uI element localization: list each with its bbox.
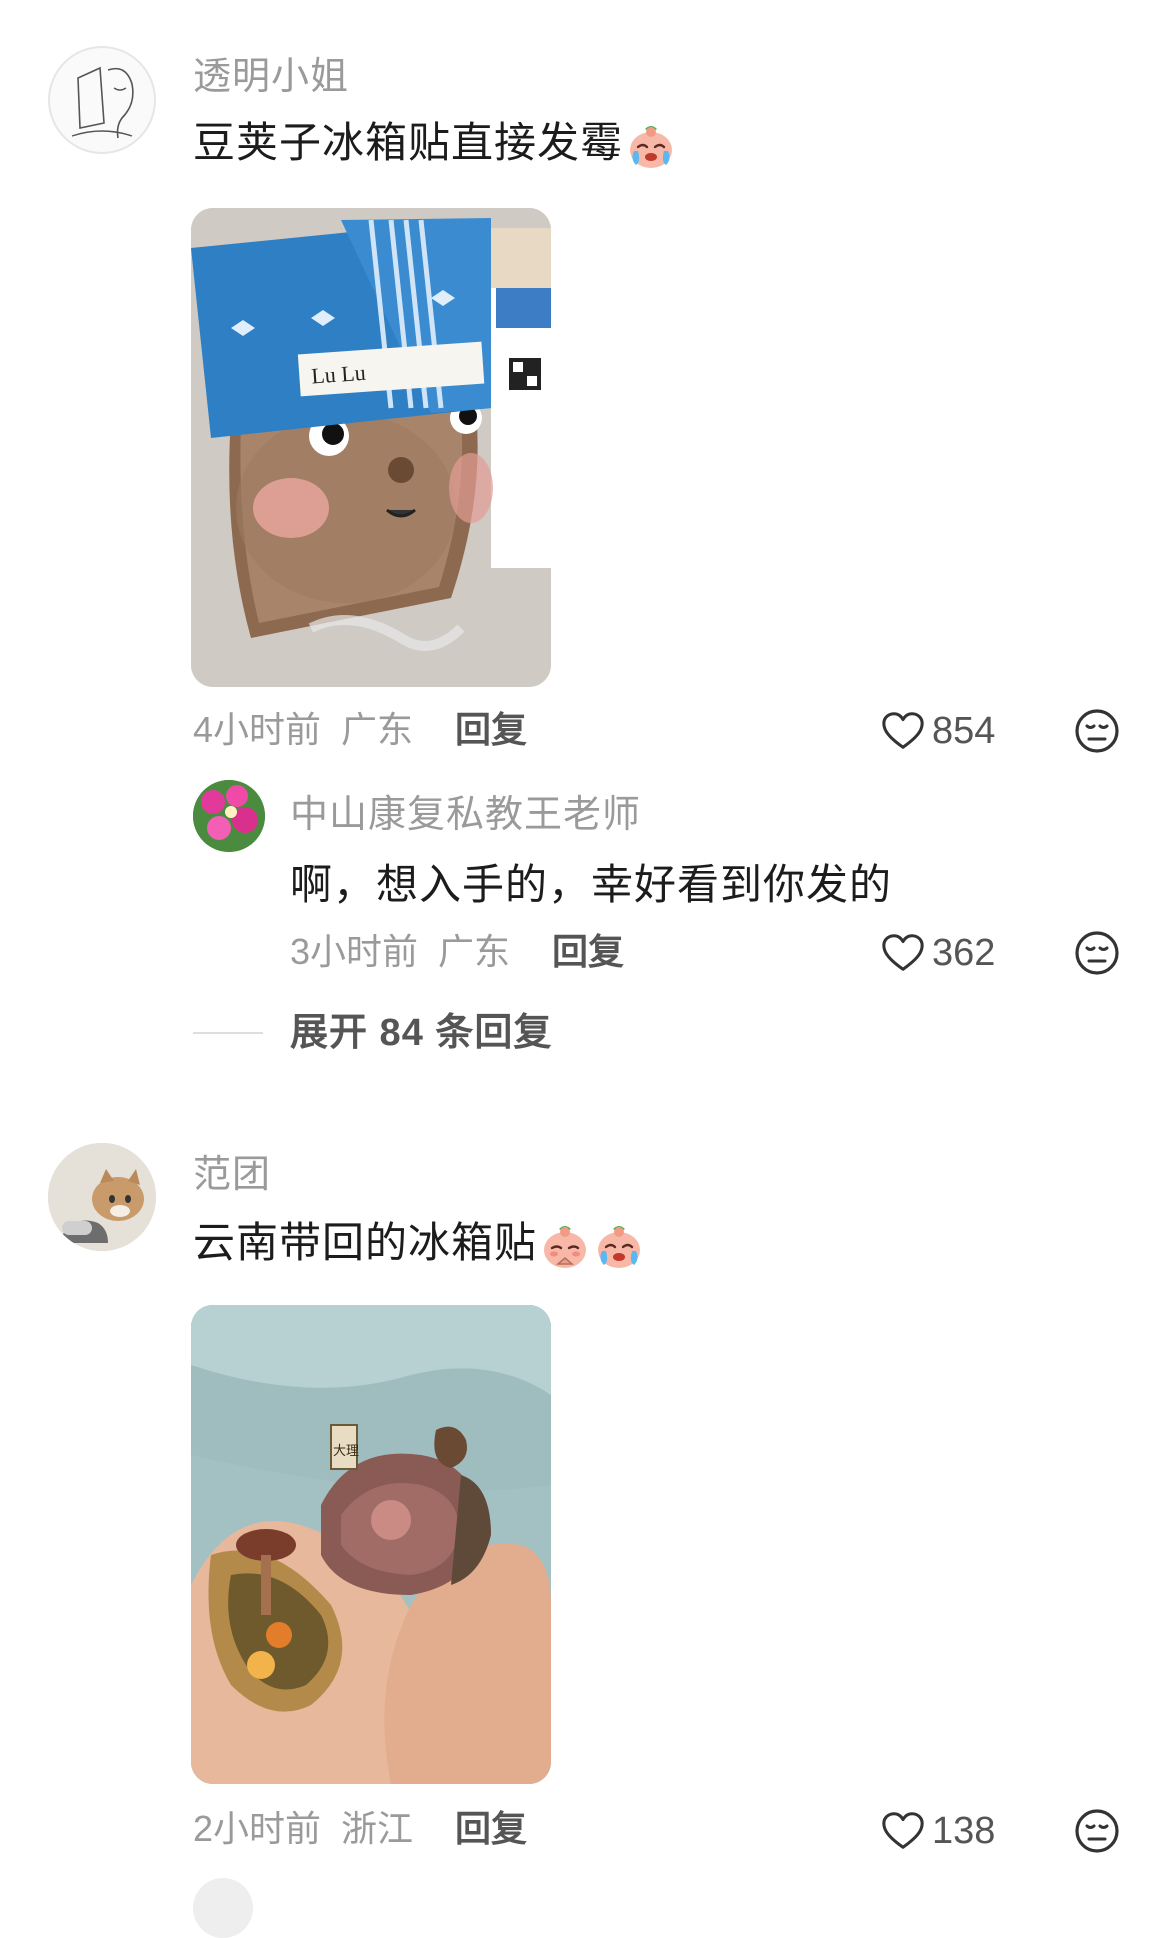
meh-face-icon[interactable] xyxy=(1073,929,1121,977)
comment-text: 豆荚子冰箱贴直接发霉 xyxy=(193,120,677,172)
avatar[interactable] xyxy=(193,780,265,852)
comment-photo[interactable]: Lu Lu xyxy=(191,208,551,687)
photo-caption: 大理 xyxy=(333,1444,359,1459)
comment-body: 云南带回的冰箱贴 xyxy=(193,1219,538,1267)
crying-face-emoji xyxy=(625,120,677,172)
comment-body: 豆荚子冰箱贴直接发霉 xyxy=(193,119,624,167)
reply-time: 3小时前 xyxy=(290,931,419,972)
expand-replies-button[interactable]: 展开 84 条回复 xyxy=(290,1014,552,1052)
crying-face-emoji xyxy=(593,1220,645,1272)
like-count: 854 xyxy=(932,710,996,752)
like-count: 362 xyxy=(932,932,996,974)
photo-caption: Lu Lu xyxy=(310,360,366,389)
like-count: 138 xyxy=(932,1810,996,1852)
avatar[interactable] xyxy=(193,1878,253,1938)
reply-button[interactable]: 回复 xyxy=(455,712,527,748)
like-button[interactable]: 362 xyxy=(880,930,995,976)
comment-text: 云南带回的冰箱贴 xyxy=(193,1220,645,1272)
like-button[interactable]: 138 xyxy=(880,1808,995,1854)
like-button[interactable]: 854 xyxy=(880,708,995,754)
comment-time: 2小时前 xyxy=(193,1808,322,1849)
expand-divider xyxy=(193,1032,263,1034)
comment-meta: 2小时前 浙江 xyxy=(193,1811,413,1847)
reply-username[interactable]: 中山康复私教王老师 xyxy=(290,796,641,834)
comment-photo[interactable]: 大理 xyxy=(191,1305,551,1784)
meh-face-icon[interactable] xyxy=(1073,707,1121,755)
comment-meta: 4小时前 广东 xyxy=(193,712,413,748)
reply-button[interactable]: 回复 xyxy=(455,1811,527,1847)
reply-meta: 3小时前 广东 xyxy=(290,934,510,970)
reply-location: 广东 xyxy=(438,931,511,972)
avatar[interactable] xyxy=(48,1143,156,1251)
reply-text: 啊，想入手的，幸好看到你发的 xyxy=(290,861,893,908)
heart-icon xyxy=(880,1808,926,1854)
avatar[interactable] xyxy=(48,46,156,154)
comment-time: 4小时前 xyxy=(193,709,322,750)
pleading-face-emoji xyxy=(539,1220,591,1272)
comment-username[interactable]: 范团 xyxy=(193,1156,271,1194)
comment-location: 广东 xyxy=(341,709,414,750)
comment-username[interactable]: 透明小姐 xyxy=(193,58,349,96)
heart-icon xyxy=(880,930,926,976)
meh-face-icon[interactable] xyxy=(1073,1807,1121,1855)
comment-location: 浙江 xyxy=(341,1808,414,1849)
heart-icon xyxy=(880,708,926,754)
reply-button[interactable]: 回复 xyxy=(552,934,624,970)
